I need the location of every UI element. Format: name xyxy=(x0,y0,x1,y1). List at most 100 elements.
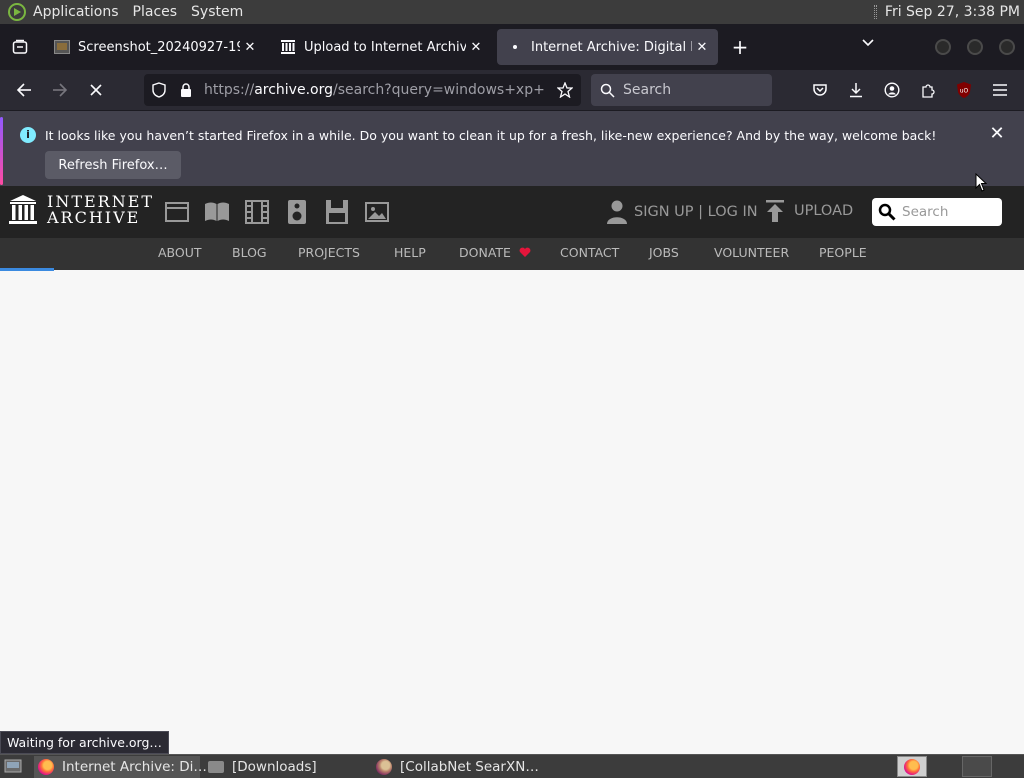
video-icon[interactable] xyxy=(244,200,270,224)
taskbar-item-label: [CollabNet SearXN… xyxy=(400,759,539,775)
places-menu[interactable]: Places xyxy=(126,4,185,20)
audio-icon[interactable] xyxy=(284,200,310,224)
refresh-firefox-notification: i It looks like you haven’t started Fire… xyxy=(0,110,1024,186)
system-menu[interactable]: System xyxy=(184,4,250,20)
nav-people[interactable]: PEOPLE xyxy=(819,238,867,268)
search-icon xyxy=(600,83,615,98)
taskbar-item-downloads[interactable]: [Downloads] xyxy=(204,756,364,778)
tracking-protection-shield-icon[interactable] xyxy=(152,82,168,98)
top-panel: Applications Places System Fri Sep 27, 3… xyxy=(0,0,1024,24)
hamburger-menu-icon[interactable] xyxy=(988,78,1012,102)
url-scheme: https:// xyxy=(204,82,255,98)
tab-upload[interactable]: Upload to Internet Archive ✕ xyxy=(270,29,492,65)
logo-line-archive: ARCHIVE xyxy=(47,208,141,227)
status-panel: Waiting for archive.org… xyxy=(0,731,169,754)
maximize-icon[interactable] xyxy=(967,39,983,55)
workspace-2[interactable] xyxy=(962,756,992,777)
taskbar-item-internet-archive[interactable]: Internet Archive: Di… xyxy=(34,756,207,778)
close-tab-icon[interactable]: ✕ xyxy=(692,40,712,55)
firefox-view-icon[interactable] xyxy=(8,35,32,59)
close-tab-icon[interactable]: ✕ xyxy=(466,40,486,55)
navigation-toolbar: https://archive.org/search?query=windows… xyxy=(0,70,1024,110)
user-icon xyxy=(607,200,627,224)
tab-strip: Screenshot_20240927-1913 ✕ Upload to Int… xyxy=(0,24,1024,70)
archive-building-icon xyxy=(9,195,37,225)
software-icon[interactable] xyxy=(324,200,350,224)
bookmark-star-icon[interactable] xyxy=(557,82,573,98)
archive-search-placeholder: Search xyxy=(902,204,949,220)
taskbar-item-label: Internet Archive: Di… xyxy=(62,759,207,775)
loading-dot-icon xyxy=(507,39,523,55)
archive-search-input[interactable]: Search xyxy=(872,198,1002,226)
refresh-firefox-button[interactable]: Refresh Firefox… xyxy=(45,151,181,179)
firefox-icon xyxy=(376,759,392,775)
applications-menu[interactable]: Applications xyxy=(26,4,126,20)
nav-blog[interactable]: BLOG xyxy=(232,238,267,268)
sign-up-login-label: SIGN UP | LOG IN xyxy=(634,204,758,220)
back-icon[interactable] xyxy=(12,78,36,102)
nav-contact[interactable]: CONTACT xyxy=(560,238,619,268)
applications-logo-icon[interactable] xyxy=(8,3,26,21)
tab-title: Upload to Internet Archive xyxy=(304,39,466,55)
archive-building-icon xyxy=(280,39,296,55)
url-path: /search?query=windows+xp+aero&sin= xyxy=(333,82,544,98)
taskbar-item-label: [Downloads] xyxy=(232,759,317,775)
mouse-pointer-icon xyxy=(975,173,987,192)
forward-icon[interactable] xyxy=(48,78,72,102)
nav-donate-label: DONATE xyxy=(459,245,511,260)
svg-text:uO: uO xyxy=(960,88,969,95)
minimize-icon[interactable] xyxy=(935,39,951,55)
images-icon[interactable] xyxy=(364,200,390,224)
folder-icon xyxy=(208,761,224,773)
firefox-icon xyxy=(904,758,920,775)
pocket-icon[interactable] xyxy=(808,78,832,102)
show-desktop-icon[interactable] xyxy=(4,758,22,774)
nav-about[interactable]: ABOUT xyxy=(158,238,202,268)
stop-loading-icon[interactable] xyxy=(84,78,108,102)
tab-internet-archive[interactable]: Internet Archive: Digital Library ✕ xyxy=(497,29,718,65)
nav-help[interactable]: HELP xyxy=(394,238,426,268)
notification-accent-bar xyxy=(0,117,3,185)
new-tab-icon[interactable]: + xyxy=(728,35,752,59)
nav-jobs[interactable]: JOBS xyxy=(649,238,679,268)
clock[interactable]: Fri Sep 27, 3:38 PM xyxy=(885,4,1020,20)
nav-projects[interactable]: PROJECTS xyxy=(298,238,360,268)
web-icon[interactable] xyxy=(164,200,190,224)
nav-donate[interactable]: DONATE xyxy=(459,238,531,268)
ublock-origin-icon[interactable]: uO xyxy=(952,78,976,102)
url-host: archive.org xyxy=(254,82,333,98)
extensions-icon[interactable] xyxy=(916,78,940,102)
upload-label: UPLOAD xyxy=(794,203,854,219)
tab-screenshot[interactable]: Screenshot_20240927-1913 ✕ xyxy=(44,29,266,65)
url-text[interactable]: https://archive.org/search?query=windows… xyxy=(204,82,544,98)
address-bar[interactable]: https://archive.org/search?query=windows… xyxy=(144,74,581,106)
image-file-icon xyxy=(54,39,70,55)
list-all-tabs-icon[interactable] xyxy=(858,36,878,56)
archive-header: INTERNET ARCHIVE SIGN UP | LOG IN UPLOAD… xyxy=(0,186,1024,238)
sign-up-login-link[interactable]: SIGN UP | LOG IN xyxy=(606,200,758,224)
workspace-switcher[interactable] xyxy=(897,756,927,777)
account-icon[interactable] xyxy=(880,78,904,102)
page-load-progress-bar xyxy=(0,268,54,271)
search-bar[interactable]: Search xyxy=(591,74,772,106)
upload-icon xyxy=(766,200,784,222)
downloads-icon[interactable] xyxy=(844,78,868,102)
taskbar-item-searxng[interactable]: [CollabNet SearXN… xyxy=(372,756,539,778)
info-icon: i xyxy=(20,127,36,143)
search-placeholder: Search xyxy=(623,82,672,98)
internet-archive-logo[interactable]: INTERNET ARCHIVE xyxy=(9,194,154,226)
close-tab-icon[interactable]: ✕ xyxy=(240,40,260,55)
close-window-icon[interactable] xyxy=(999,39,1015,55)
tab-title: Screenshot_20240927-1913 xyxy=(78,39,240,55)
search-icon xyxy=(878,203,896,221)
panel-grip-icon xyxy=(873,5,877,19)
lock-icon[interactable] xyxy=(180,82,194,98)
upload-link[interactable]: UPLOAD xyxy=(765,200,853,222)
taskbar: Internet Archive: Di… [Downloads] [Colla… xyxy=(0,754,1024,778)
nav-volunteer[interactable]: VOLUNTEER xyxy=(714,238,789,268)
close-notification-icon[interactable]: ✕ xyxy=(988,125,1006,143)
texts-icon[interactable] xyxy=(204,200,230,224)
archive-nav: ABOUT BLOG PROJECTS HELP DONATE CONTACT … xyxy=(0,238,1024,270)
heart-icon xyxy=(519,247,531,257)
notification-message: It looks like you haven’t started Firefo… xyxy=(45,128,937,143)
